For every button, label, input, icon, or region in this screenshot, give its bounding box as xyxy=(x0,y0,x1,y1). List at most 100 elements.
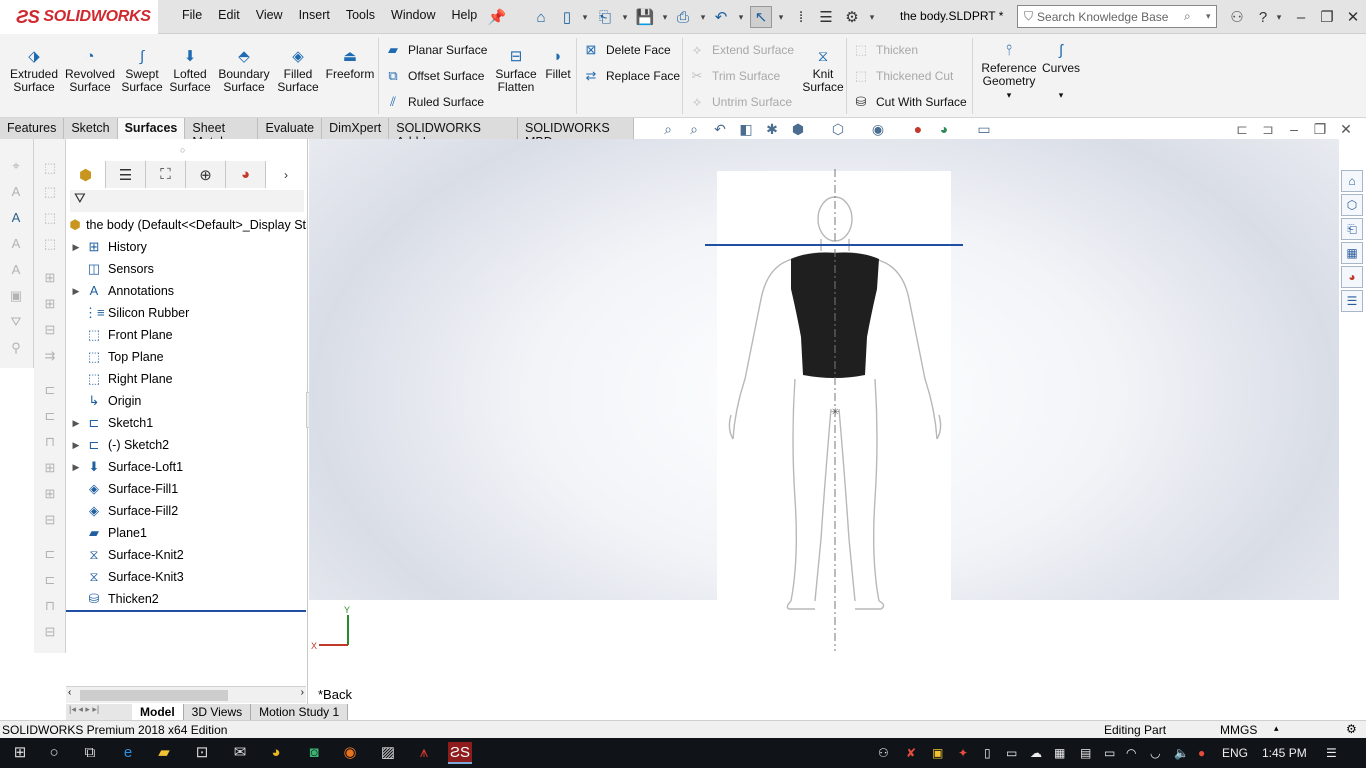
search-icon[interactable]: ⌕ xyxy=(1184,9,1202,24)
doc-close-icon[interactable]: ✕ xyxy=(1336,121,1356,139)
select-pointer-icon[interactable]: ↖ xyxy=(750,6,772,28)
datum-icon[interactable]: ▣ xyxy=(6,287,26,305)
windows-start-icon[interactable]: ⊞ xyxy=(8,742,32,764)
undo-icon[interactable]: ↶ xyxy=(710,6,732,28)
align-icon[interactable]: ⊞ xyxy=(40,459,60,477)
delete-face-button[interactable]: ⊠ Delete Face xyxy=(582,42,671,58)
chevron-down-icon[interactable]: ▾ xyxy=(1206,11,1216,22)
scroll-left-icon[interactable]: ‹ xyxy=(68,687,71,698)
hole-callout-icon[interactable]: ⚲ xyxy=(6,339,26,357)
firefox-icon[interactable]: ◉ xyxy=(338,742,362,764)
edit-appearance-icon[interactable]: ● xyxy=(908,121,928,139)
file-properties-icon[interactable]: ☰ xyxy=(815,6,837,28)
display-style-icon[interactable]: ⬡ xyxy=(828,121,848,139)
menu-view[interactable]: View xyxy=(248,8,291,22)
photos-icon[interactable]: ▨ xyxy=(376,742,400,764)
align-icon[interactable]: ⊞ xyxy=(40,269,60,287)
search-input[interactable]: Search Knowledge Base xyxy=(1037,10,1180,24)
zoom-to-area-icon[interactable]: ⌕ xyxy=(684,121,704,139)
solidworks-logo[interactable]: ƧS SOLIDWORKS xyxy=(0,0,158,34)
rollback-bar[interactable] xyxy=(66,610,306,612)
tree-item[interactable]: ⬚ Top Plane xyxy=(68,346,306,368)
menu-insert[interactable]: Insert xyxy=(291,8,338,22)
chevron-down-icon[interactable]: ▾ xyxy=(580,6,590,28)
battery-icon[interactable]: ▭ xyxy=(1104,746,1115,760)
tray-app-icon[interactable]: ▣ xyxy=(932,746,943,760)
panel-grip-icon[interactable]: ○ xyxy=(180,145,185,155)
planar-surface-button[interactable]: ▰ Planar Surface xyxy=(384,42,487,58)
units-selector[interactable]: MMGS xyxy=(1220,723,1257,737)
expand-arrow-icon[interactable]: ▶ xyxy=(68,286,84,297)
align-icon[interactable]: ⊏ xyxy=(40,381,60,399)
viewport-next-icon[interactable]: ⊐ xyxy=(1258,121,1278,139)
tab-features[interactable]: Features xyxy=(0,118,65,139)
chevron-down-icon[interactable]: ▾ xyxy=(1007,90,1012,100)
align-icon[interactable]: ⇉ xyxy=(40,347,60,365)
untrim-surface-button[interactable]: ⟡ Untrim Surface xyxy=(688,94,792,110)
previous-view-icon[interactable]: ↶ xyxy=(710,121,730,139)
menu-help[interactable]: Help xyxy=(444,8,486,22)
chevron-down-icon[interactable]: ▾ xyxy=(1059,90,1064,100)
help-icon[interactable]: ? xyxy=(1252,6,1274,28)
align-icon[interactable]: ⊞ xyxy=(40,485,60,503)
revolved-surface-button[interactable]: ◔ Revolved Surface xyxy=(64,48,116,94)
tab-sheet-metal[interactable]: Sheet Metal xyxy=(185,118,259,149)
tree-item[interactable]: ▶ ⬇ Surface-Loft1 xyxy=(68,456,306,478)
tree-item[interactable]: ⛁ Thicken2 xyxy=(68,588,306,610)
file-explorer-icon[interactable]: ▰ xyxy=(152,742,176,764)
balloon-icon[interactable]: A xyxy=(6,235,26,253)
file-explorer-icon[interactable]: ⎗ xyxy=(1341,218,1363,240)
tree-item[interactable]: ⬚ Front Plane xyxy=(68,324,306,346)
menu-window[interactable]: Window xyxy=(383,8,443,22)
chevron-down-icon[interactable]: ▾ xyxy=(1274,6,1284,28)
tab-solidworks-mbd[interactable]: SOLIDWORKS MBD xyxy=(518,118,635,149)
people-icon[interactable]: ⚇ xyxy=(878,746,889,760)
scroll-right-icon[interactable]: › xyxy=(301,687,304,698)
dimxpert-manager-tab[interactable]: ⊕ xyxy=(186,161,226,188)
tree-item[interactable]: ▰ Plane1 xyxy=(68,522,306,544)
acrobat-icon[interactable]: ⩚ xyxy=(412,742,436,764)
tray-app-icon[interactable]: ▦ xyxy=(1054,746,1065,760)
note-icon[interactable]: A xyxy=(6,183,26,201)
action-center-icon[interactable]: ☰ xyxy=(1326,746,1337,760)
tree-item[interactable]: ◈ Surface-Fill2 xyxy=(68,500,306,522)
freeform-button[interactable]: ⏏ Freeform xyxy=(324,48,376,81)
appearances-icon[interactable]: ◕ xyxy=(1341,266,1363,288)
horizontal-scrollbar[interactable]: ‹ › xyxy=(66,686,306,703)
doc-minimize-icon[interactable]: – xyxy=(1284,121,1304,139)
mail-icon[interactable]: ✉ xyxy=(228,742,252,764)
save-icon[interactable]: 💾 xyxy=(634,6,656,28)
reference-geometry-button[interactable]: ⫯ Reference Geometry ▾ xyxy=(978,42,1040,102)
clock[interactable]: 1:45 PM xyxy=(1262,746,1307,760)
expand-arrow-icon[interactable]: ▶ xyxy=(68,242,84,253)
boundary-surface-button[interactable]: ⬘ Boundary Surface xyxy=(216,48,272,94)
dynamic-annotation-icon[interactable]: ✱ xyxy=(762,121,782,139)
tab-motion-study-1[interactable]: Motion Study 1 xyxy=(251,704,349,721)
ruled-surface-button[interactable]: ⫽ Ruled Surface xyxy=(384,94,484,110)
tray-app-icon[interactable]: ✦ xyxy=(958,746,968,760)
chevron-down-icon[interactable]: ▾ xyxy=(867,6,877,28)
chevron-down-icon[interactable]: ▾ xyxy=(620,6,630,28)
tree-root[interactable]: ⬢ the body (Default<<Default>_Display St xyxy=(68,214,306,236)
tree-item[interactable]: ▶ ⊞ History xyxy=(68,236,306,258)
trim-surface-button[interactable]: ✂ Trim Surface xyxy=(688,68,781,84)
tray-app-icon[interactable]: ▤ xyxy=(1080,746,1091,760)
expand-arrow-icon[interactable]: ▶ xyxy=(68,440,84,451)
tray-app-icon[interactable]: ▭ xyxy=(1006,746,1017,760)
chevron-down-icon[interactable]: ▾ xyxy=(736,6,746,28)
viewport-prev-icon[interactable]: ⊏ xyxy=(1232,121,1252,139)
doc-restore-icon[interactable]: ❐ xyxy=(1310,121,1330,139)
align-icon[interactable]: ⊞ xyxy=(40,295,60,313)
surface-flatten-button[interactable]: ⊟ Surface Flatten xyxy=(494,48,538,94)
tree-item[interactable]: ▶ ⊏ Sketch1 xyxy=(68,412,306,434)
thicken-button[interactable]: ⬚ Thicken xyxy=(852,42,918,58)
align-icon[interactable]: ⊏ xyxy=(40,545,60,563)
align-icon[interactable]: ⊟ xyxy=(40,623,60,641)
knit-surface-button[interactable]: ⧖ Knit Surface xyxy=(802,48,844,94)
rebuild-traffic-light-icon[interactable]: ⦙ xyxy=(790,6,812,28)
align-icon[interactable]: ⊏ xyxy=(40,407,60,425)
apply-scene-icon[interactable]: ◕ xyxy=(934,121,954,139)
tab-evaluate[interactable]: Evaluate xyxy=(258,118,323,139)
fillet-button[interactable]: ◗ Fillet xyxy=(542,48,574,81)
tab-scroll-arrows[interactable]: |◂ ◂ ▸ ▸| xyxy=(66,704,132,721)
